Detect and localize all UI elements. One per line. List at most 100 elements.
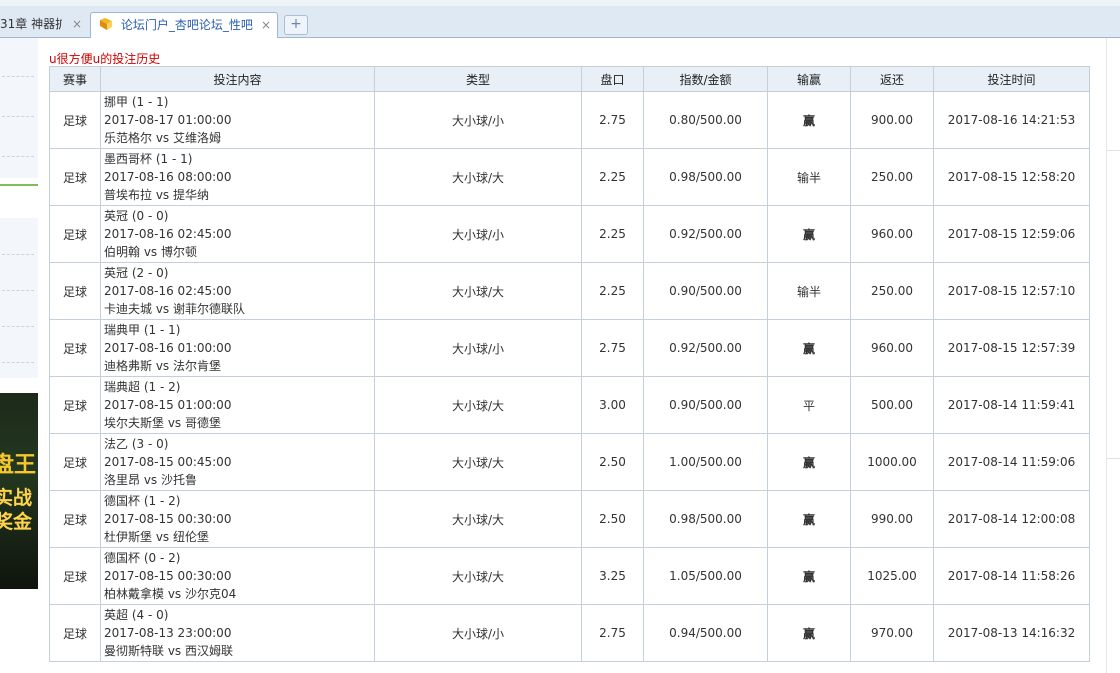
league-score: 德国杯 (1 - 2): [104, 494, 181, 508]
kickoff-time: 2017-08-13 23:00:00: [104, 626, 232, 640]
bet-content-cell: 瑞典甲 (1 - 1) 2017-08-16 01:00:00 迪格弗斯 vs 法尔…: [100, 319, 375, 377]
bet-type-cell: 大小球/小: [374, 319, 582, 377]
new-tab-button[interactable]: +: [284, 15, 308, 35]
handicap-cell: 3.00: [581, 376, 644, 434]
kickoff-time: 2017-08-16 02:45:00: [104, 284, 232, 298]
page-title: u很方便u的投注历史: [49, 52, 161, 66]
odds-amount-cell: 0.92/500.00: [643, 319, 768, 377]
match-teams: 迪格弗斯 vs 法尔肯堡: [104, 359, 221, 373]
bet-time-cell: 2017-08-13 14:16:32: [933, 604, 1090, 662]
result-cell: 赢: [767, 547, 851, 605]
ad-line: 奖金: [0, 511, 33, 533]
handicap-cell: 2.25: [581, 148, 644, 206]
table-row: 足球 德国杯 (1 - 2) 2017-08-15 00:30:00 杜伊斯堡 vs …: [49, 490, 1090, 548]
browser-tab-bar: 31章 神器扩 × 论坛门户_杏吧论坛_性吧 × +: [0, 6, 1120, 38]
tab-chapter[interactable]: 31章 神器扩 ×: [0, 12, 88, 38]
return-cell: 250.00: [850, 262, 934, 320]
column-header: 类型: [374, 66, 582, 92]
league-score: 挪甲 (1 - 1): [104, 95, 169, 109]
league-score: 英冠 (0 - 0): [104, 209, 169, 223]
bet-content-cell: 瑞典超 (1 - 2) 2017-08-15 01:00:00 埃尔夫斯堡 vs 哥…: [100, 376, 375, 434]
ad-line: 实战: [0, 487, 33, 509]
table-row: 足球 英超 (4 - 0) 2017-08-13 23:00:00 曼彻斯特联 vs …: [49, 604, 1090, 662]
close-icon[interactable]: ×: [72, 12, 82, 36]
bet-type-cell: 大小球/大: [374, 262, 582, 320]
handicap-cell: 2.75: [581, 319, 644, 377]
table-row: 足球 法乙 (3 - 0) 2017-08-15 00:45:00 洛里昂 vs 沙托…: [49, 433, 1090, 491]
bet-time-cell: 2017-08-14 11:59:06: [933, 433, 1090, 491]
right-edge-panel: [1106, 38, 1120, 673]
table-row: 足球 德国杯 (0 - 2) 2017-08-15 00:30:00 柏林戴拿模 vs…: [49, 547, 1090, 605]
result-cell: 赢: [767, 91, 851, 149]
league-score: 法乙 (3 - 0): [104, 437, 169, 451]
table-row: 足球 墨西哥杯 (1 - 1) 2017-08-16 08:00:00 普埃布拉 vs…: [49, 148, 1090, 206]
column-header: 投注时间: [933, 66, 1090, 92]
handicap-cell: 2.75: [581, 604, 644, 662]
kickoff-time: 2017-08-15 01:00:00: [104, 398, 232, 412]
sidebar-panel: [0, 38, 38, 178]
result-cell: 赢: [767, 205, 851, 263]
kickoff-time: 2017-08-15 00:30:00: [104, 569, 232, 583]
kickoff-time: 2017-08-16 01:00:00: [104, 341, 232, 355]
kickoff-time: 2017-08-16 02:45:00: [104, 227, 232, 241]
table-header-row: 赛事 投注内容 类型 盘口 指数/金额 输赢 返还 投注时间: [49, 66, 1090, 92]
match-teams: 曼彻斯特联 vs 西汉姆联: [104, 644, 233, 658]
divider: [2, 156, 34, 157]
return-cell: 990.00: [850, 490, 934, 548]
odds-amount-cell: 0.90/500.00: [643, 376, 768, 434]
table-row: 足球 挪甲 (1 - 1) 2017-08-17 01:00:00 乐范格尔 vs 艾…: [49, 91, 1090, 149]
odds-amount-cell: 0.94/500.00: [643, 604, 768, 662]
bet-type-cell: 大小球/小: [374, 604, 582, 662]
league-score: 瑞典超 (1 - 2): [104, 380, 181, 394]
return-cell: 1025.00: [850, 547, 934, 605]
divider: [2, 326, 34, 327]
league-score: 瑞典甲 (1 - 1): [104, 323, 181, 337]
kickoff-time: 2017-08-15 00:45:00: [104, 455, 232, 469]
column-header: 投注内容: [100, 66, 375, 92]
handicap-cell: 3.25: [581, 547, 644, 605]
bet-content-cell: 墨西哥杯 (1 - 1) 2017-08-16 08:00:00 普埃布拉 vs 提…: [100, 148, 375, 206]
bet-content-cell: 英冠 (2 - 0) 2017-08-16 02:45:00 卡迪夫城 vs 谢菲尔…: [100, 262, 375, 320]
bet-time-cell: 2017-08-15 12:59:06: [933, 205, 1090, 263]
handicap-cell: 2.50: [581, 490, 644, 548]
bet-history-table: 赛事 投注内容 类型 盘口 指数/金额 输赢 返还 投注时间 足球 挪甲 (1 -…: [49, 66, 1090, 662]
bet-type-cell: 大小球/大: [374, 433, 582, 491]
kickoff-time: 2017-08-17 01:00:00: [104, 113, 232, 127]
table-body: 足球 挪甲 (1 - 1) 2017-08-17 01:00:00 乐范格尔 vs 艾…: [49, 91, 1090, 662]
close-icon[interactable]: ×: [261, 13, 271, 37]
bet-time-cell: 2017-08-14 11:59:41: [933, 376, 1090, 434]
result-cell: 赢: [767, 490, 851, 548]
bet-content-cell: 挪甲 (1 - 1) 2017-08-17 01:00:00 乐范格尔 vs 艾维洛…: [100, 91, 375, 149]
column-header: 盘口: [581, 66, 644, 92]
match-teams: 洛里昂 vs 沙托鲁: [104, 473, 197, 487]
sport-cell: 足球: [49, 490, 101, 548]
bet-time-cell: 2017-08-15 12:57:10: [933, 262, 1090, 320]
tab-forum[interactable]: 论坛门户_杏吧论坛_性吧 ×: [90, 12, 278, 38]
divider: [1107, 458, 1120, 459]
return-cell: 960.00: [850, 205, 934, 263]
column-header: 输赢: [767, 66, 851, 92]
league-score: 英超 (4 - 0): [104, 608, 169, 622]
sport-cell: 足球: [49, 433, 101, 491]
match-teams: 埃尔夫斯堡 vs 哥德堡: [104, 416, 221, 430]
sport-cell: 足球: [49, 205, 101, 263]
bet-content-cell: 英冠 (0 - 0) 2017-08-16 02:45:00 伯明翰 vs 博尔顿: [100, 205, 375, 263]
bet-type-cell: 大小球/大: [374, 376, 582, 434]
main-content: u很方便u的投注历史 赛事 投注内容 类型 盘口 指数/金额 输赢 返还 投注时…: [44, 38, 1106, 673]
column-header: 返还: [850, 66, 934, 92]
table-row: 足球 英冠 (2 - 0) 2017-08-16 02:45:00 卡迪夫城 vs 谢…: [49, 262, 1090, 320]
kickoff-time: 2017-08-16 08:00:00: [104, 170, 232, 184]
sport-cell: 足球: [49, 604, 101, 662]
divider: [2, 76, 34, 77]
return-cell: 250.00: [850, 148, 934, 206]
table-row: 足球 英冠 (0 - 0) 2017-08-16 02:45:00 伯明翰 vs 博尔…: [49, 205, 1090, 263]
ad-banner[interactable]: 盘王 实战 奖金: [0, 393, 38, 589]
bet-time-cell: 2017-08-15 12:58:20: [933, 148, 1090, 206]
table-row: 足球 瑞典甲 (1 - 1) 2017-08-16 01:00:00 迪格弗斯 vs …: [49, 319, 1090, 377]
bet-content-cell: 英超 (4 - 0) 2017-08-13 23:00:00 曼彻斯特联 vs 西汉…: [100, 604, 375, 662]
odds-amount-cell: 0.90/500.00: [643, 262, 768, 320]
result-cell: 赢: [767, 433, 851, 491]
bet-content-cell: 德国杯 (0 - 2) 2017-08-15 00:30:00 柏林戴拿模 vs 沙…: [100, 547, 375, 605]
odds-amount-cell: 0.98/500.00: [643, 490, 768, 548]
tab-title: 论坛门户_杏吧论坛_性吧: [120, 18, 253, 32]
